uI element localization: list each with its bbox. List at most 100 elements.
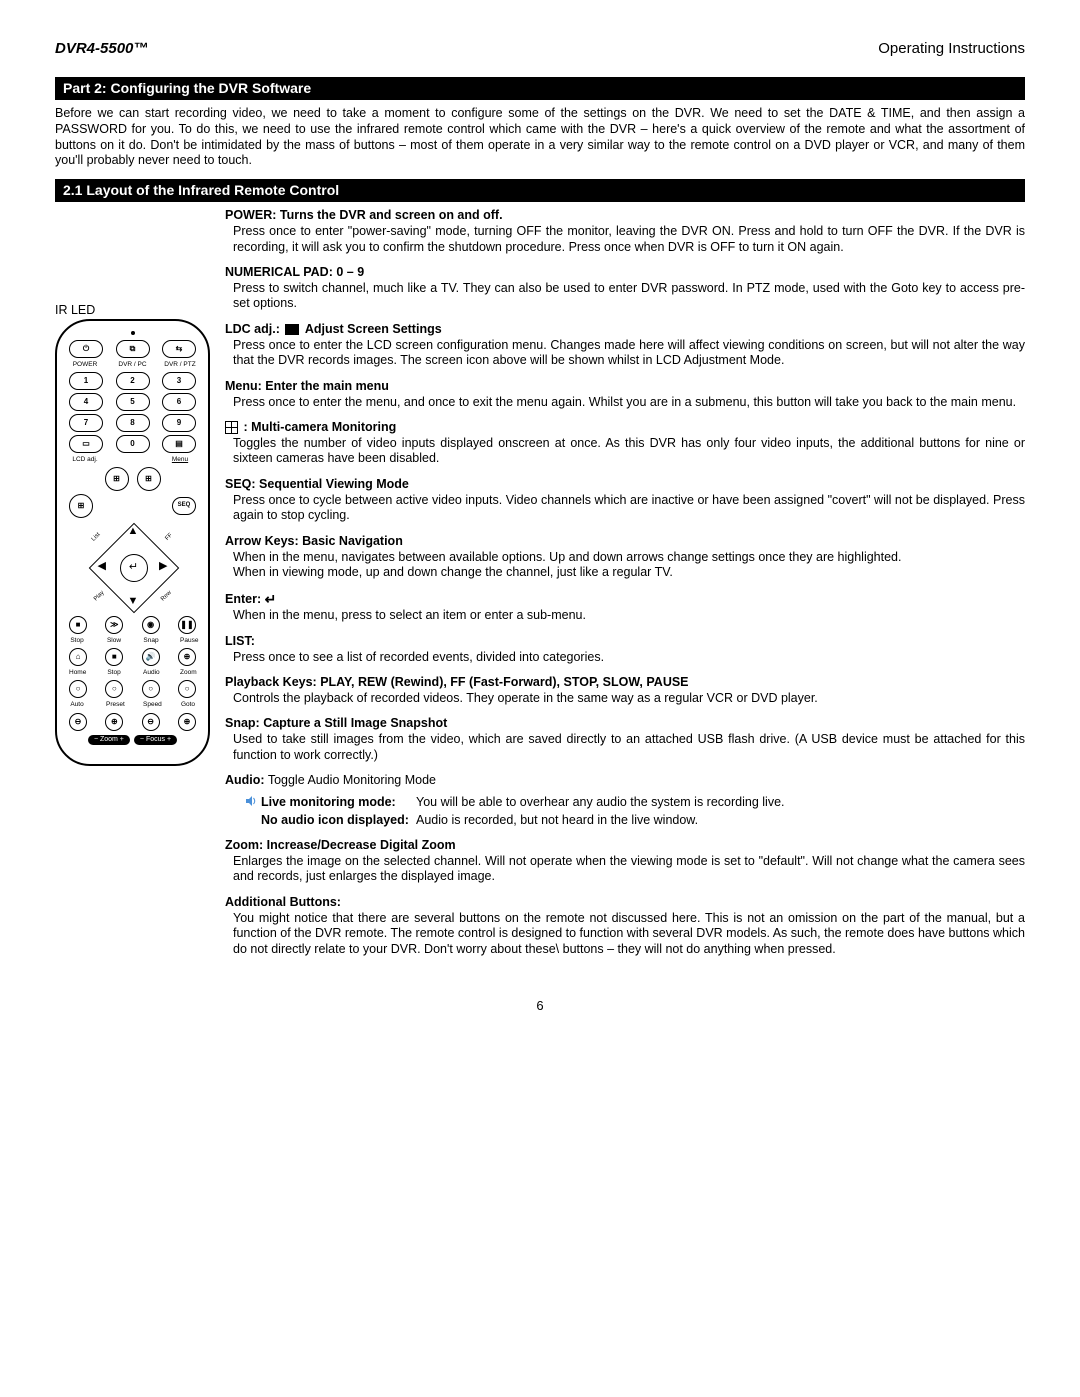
num-7: 7 bbox=[69, 414, 103, 432]
arrow-right-icon: ▶ bbox=[159, 560, 167, 574]
speed-button: ○ bbox=[142, 680, 160, 698]
num-0: 0 bbox=[116, 435, 150, 453]
snap-title: Snap: Capture a Still Image Snapshot bbox=[225, 716, 447, 730]
item-multi: : Multi-camera Monitoring Toggles the nu… bbox=[225, 420, 1025, 467]
arrows-body1: When in the menu, navigates between avai… bbox=[233, 550, 1025, 566]
playback-title: Playback Keys: PLAY, REW (Rewind), FF (F… bbox=[225, 675, 689, 689]
audio-button: 🔊 bbox=[142, 648, 160, 666]
multi-title: : Multi-camera Monitoring bbox=[243, 420, 396, 434]
enter-button: ↵ bbox=[120, 554, 148, 582]
zoom-pill: − Zoom + bbox=[88, 735, 130, 746]
zoom-plus: ⊕ bbox=[105, 713, 123, 731]
dvr-ptz-button: ⇆ bbox=[162, 340, 196, 358]
num-9: 9 bbox=[162, 414, 196, 432]
ptz-labels: Auto Preset Speed Goto bbox=[69, 701, 196, 709]
home-button: ⌂ bbox=[69, 648, 87, 666]
list-body: Press once to see a list of recorded eve… bbox=[233, 650, 1025, 666]
home-row: ⌂ ■ 🔊 ⊕ bbox=[69, 648, 196, 666]
audio-title-bold: Audio: bbox=[225, 773, 265, 787]
dpad-rew-label: Rew bbox=[161, 589, 175, 603]
numpad-row-2: 4 5 6 bbox=[69, 393, 196, 411]
playback-labels: Stop Slow Snap Pause bbox=[69, 637, 196, 645]
audio-title-rest: Toggle Audio Monitoring Mode bbox=[268, 773, 436, 787]
item-numpad: NUMERICAL PAD: 0 – 9 Press to switch cha… bbox=[225, 265, 1025, 312]
ptz-row: ○ ○ ○ ○ bbox=[69, 680, 196, 698]
audio-live-label: Live monitoring mode: bbox=[261, 795, 416, 811]
remote-diagram-col: IR LED ⏻ ⧉ ⇆ POWER DVR / PC DVR / PTZ 1 … bbox=[55, 208, 210, 967]
goto-button: ○ bbox=[178, 680, 196, 698]
zoom-title: Zoom: Increase/Decrease Digital Zoom bbox=[225, 838, 456, 852]
enter-title: Enter: bbox=[225, 592, 265, 606]
focus-pill: − Focus + bbox=[134, 735, 177, 746]
arrows-title: Arrow Keys: Basic Navigation bbox=[225, 534, 403, 548]
item-zoom: Zoom: Increase/Decrease Digital Zoom Enl… bbox=[225, 838, 1025, 885]
preset-button: ○ bbox=[105, 680, 123, 698]
item-audio: Audio: Toggle Audio Monitoring Mode Live… bbox=[225, 773, 1025, 828]
item-menu: Menu: Enter the main menu Press once to … bbox=[225, 379, 1025, 410]
ldc-title-before: LDC adj.: bbox=[225, 322, 280, 336]
item-snap: Snap: Capture a Still Image Snapshot Use… bbox=[225, 716, 1025, 763]
power-title: POWER: Turns the DVR and screen on and o… bbox=[225, 208, 503, 222]
arrows-body2: When in viewing mode, up and down change… bbox=[233, 565, 1025, 581]
snap-button: ◉ bbox=[142, 616, 160, 634]
power-button: ⏻ bbox=[69, 340, 103, 358]
ldc-body: Press once to enter the LCD screen confi… bbox=[233, 338, 1025, 369]
dvr-pc-button: ⧉ bbox=[116, 340, 150, 358]
ir-led-label: IR LED bbox=[55, 303, 210, 319]
power-label: POWER bbox=[69, 361, 101, 369]
enter-body: When in the menu, press to select an ite… bbox=[233, 608, 1025, 624]
remote-outline: ⏻ ⧉ ⇆ POWER DVR / PC DVR / PTZ 1 2 3 4 5… bbox=[55, 319, 210, 766]
screen-icon bbox=[285, 324, 299, 335]
arrow-left-icon: ◀ bbox=[98, 560, 106, 574]
section-title-part2: Part 2: Configuring the DVR Software bbox=[55, 77, 1025, 101]
zoom-minus: ⊖ bbox=[69, 713, 87, 731]
arrow-up-icon: ▲ bbox=[128, 525, 139, 539]
item-seq: SEQ: Sequential Viewing Mode Press once … bbox=[225, 477, 1025, 524]
menu-title: Menu: Enter the main menu bbox=[225, 379, 389, 393]
stop2-button: ■ bbox=[105, 648, 123, 666]
additional-title: Additional Buttons: bbox=[225, 895, 341, 909]
seq-body: Press once to cycle between active video… bbox=[233, 493, 1025, 524]
audio-live-text: You will be able to overhear any audio t… bbox=[416, 795, 785, 811]
doc-type: Operating Instructions bbox=[878, 40, 1025, 59]
numpad-row-4: ▭ 0 ▤ bbox=[69, 435, 196, 453]
zoom-focus-pills: − Zoom + − Focus + bbox=[65, 735, 200, 746]
numpad-title: NUMERICAL PAD: 0 – 9 bbox=[225, 265, 364, 279]
num-5: 5 bbox=[116, 393, 150, 411]
home-labels: Home Stop Audio Zoom bbox=[69, 669, 196, 677]
num-3: 3 bbox=[162, 372, 196, 390]
multi-4-button: ⊞ bbox=[105, 467, 129, 491]
audio-live-row: Live monitoring mode: You will be able t… bbox=[245, 795, 1025, 811]
enter-arrow-icon: ↵ bbox=[265, 591, 277, 609]
lcd-menu-labels: LCD adj. Menu bbox=[69, 456, 196, 464]
dpad-list-label: List bbox=[90, 532, 102, 544]
pause-button: ❚❚ bbox=[178, 616, 196, 634]
focus-plus: ⊕ bbox=[178, 713, 196, 731]
menu-body: Press once to enter the menu, and once t… bbox=[233, 395, 1025, 411]
multi-9-button: ⊞ bbox=[137, 467, 161, 491]
seq-title: SEQ: Sequential Viewing Mode bbox=[225, 477, 409, 491]
audio-no-row: No audio icon displayed: Audio is record… bbox=[245, 813, 1025, 829]
zoom-body: Enlarges the image on the selected chann… bbox=[233, 854, 1025, 885]
grid-icon bbox=[225, 421, 238, 434]
list-title: LIST: bbox=[225, 634, 255, 648]
menu-button: ▤ bbox=[162, 435, 196, 453]
numpad-body: Press to switch channel, much like a TV.… bbox=[233, 281, 1025, 312]
multi-body: Toggles the number of video inputs displ… bbox=[233, 436, 1025, 467]
dvr-ptz-label: DVR / PTZ bbox=[164, 361, 196, 369]
playback-row: ■ ≫ ◉ ❚❚ bbox=[69, 616, 196, 634]
arrow-down-icon: ▼ bbox=[128, 595, 139, 609]
ir-led-dot bbox=[131, 331, 135, 335]
content-row: IR LED ⏻ ⧉ ⇆ POWER DVR / PC DVR / PTZ 1 … bbox=[55, 208, 1025, 967]
auto-button: ○ bbox=[69, 680, 87, 698]
item-power: POWER: Turns the DVR and screen on and o… bbox=[225, 208, 1025, 255]
dpad: ▲ ▼ ◀ ▶ ↵ List FF Play Rew bbox=[88, 522, 178, 612]
snap-body: Used to take still images from the video… bbox=[233, 732, 1025, 763]
item-additional: Additional Buttons: You might notice tha… bbox=[225, 895, 1025, 958]
model-number: DVR4-5500™ bbox=[55, 40, 148, 59]
audio-no-text: Audio is recorded, but not heard in the … bbox=[416, 813, 698, 829]
lcd-label: LCD adj. bbox=[69, 456, 101, 464]
section-title-remote-layout: 2.1 Layout of the Infrared Remote Contro… bbox=[55, 179, 1025, 203]
multi-16-button: ⊞ bbox=[69, 494, 93, 518]
item-ldc: LDC adj.: Adjust Screen Settings Press o… bbox=[225, 322, 1025, 369]
